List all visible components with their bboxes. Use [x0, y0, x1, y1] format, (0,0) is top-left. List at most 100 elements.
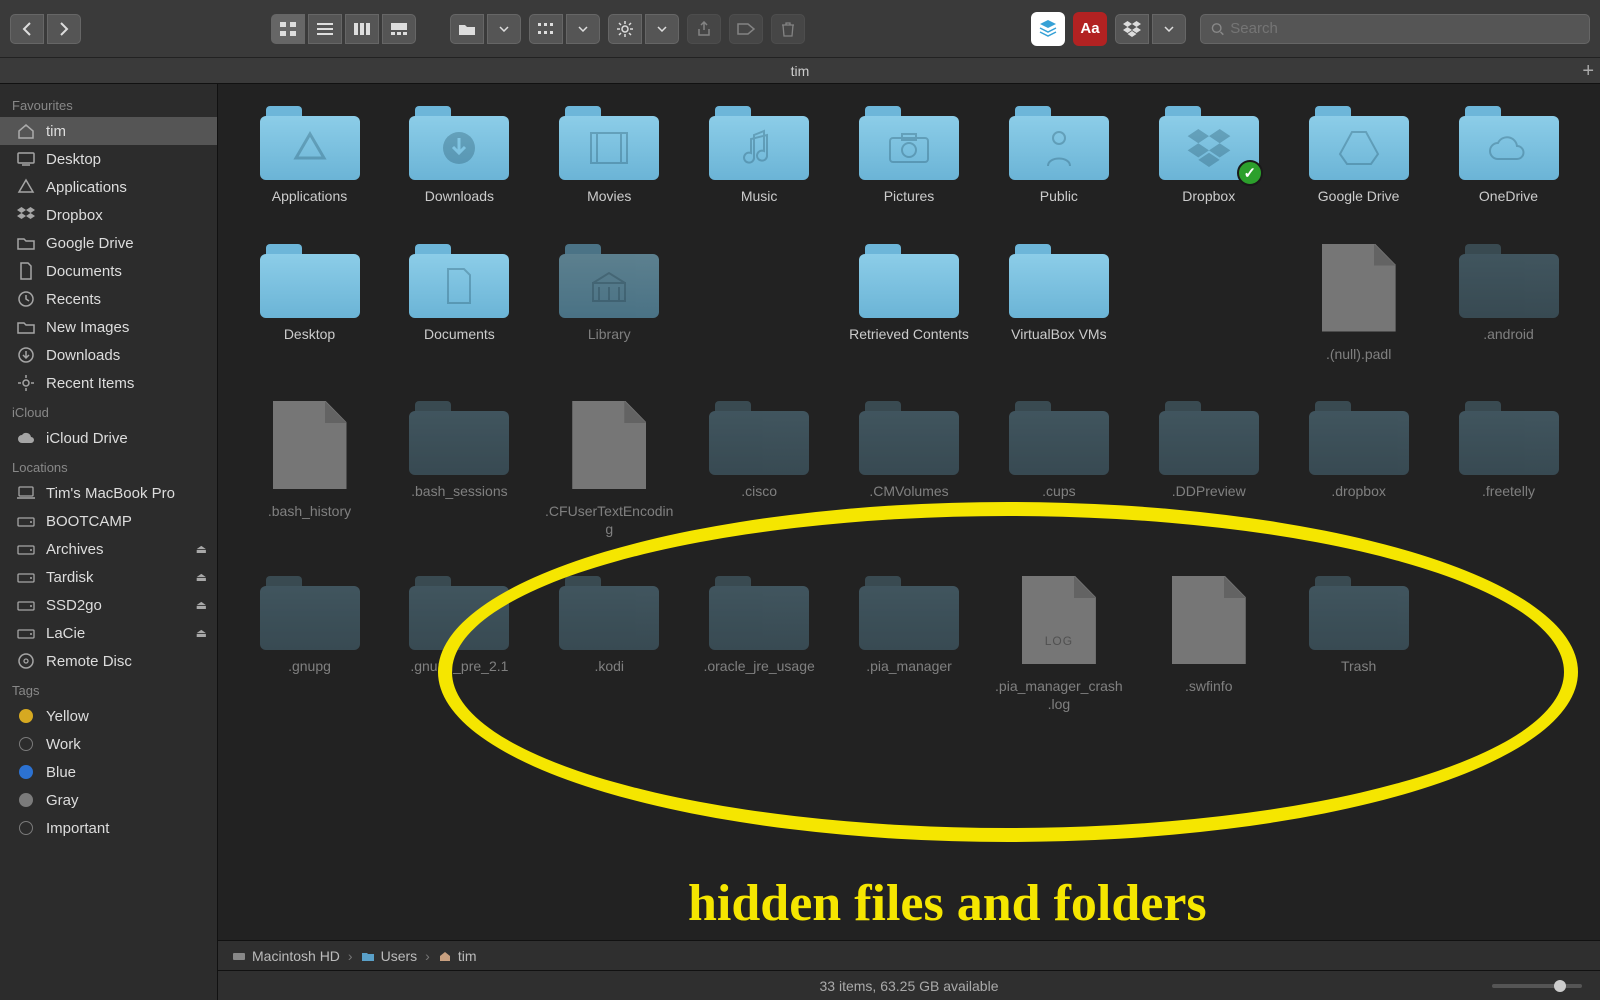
- file-icon: [273, 401, 347, 489]
- sidebar-item-blue[interactable]: Blue: [0, 758, 217, 786]
- sidebar-item-tim-s-macbook-pro[interactable]: Tim's MacBook Pro: [0, 479, 217, 507]
- tags-button[interactable]: [729, 14, 763, 44]
- grid-item[interactable]: Applications: [242, 106, 377, 206]
- icon-view-button[interactable]: [271, 14, 305, 44]
- forward-button[interactable]: [47, 14, 81, 44]
- grid-item[interactable]: Documents: [392, 244, 527, 364]
- sidebar-item-ssd2go[interactable]: SSD2go ⏏: [0, 591, 217, 619]
- desktop-icon: [16, 149, 36, 169]
- grid-item[interactable]: Public: [991, 106, 1126, 206]
- grid-item[interactable]: .DDPreview: [1141, 401, 1276, 538]
- grid-item[interactable]: VirtualBox VMs: [991, 244, 1126, 364]
- eject-icon[interactable]: ⏏: [196, 626, 207, 640]
- sidebar-item-yellow[interactable]: Yellow: [0, 702, 217, 730]
- grid-item[interactable]: Retrieved Contents: [842, 244, 977, 364]
- grid-item[interactable]: OneDrive: [1441, 106, 1576, 206]
- sidebar-item-work[interactable]: Work: [0, 730, 217, 758]
- share-button[interactable]: [687, 14, 721, 44]
- grid-item[interactable]: LOG.pia_manager_crash.log: [991, 576, 1126, 713]
- grid-item[interactable]: .bash_history: [242, 401, 377, 538]
- grid-item[interactable]: Google Drive: [1291, 106, 1426, 206]
- grid-small-icon: [538, 23, 554, 35]
- sidebar-item-recents[interactable]: Recents: [0, 285, 217, 313]
- back-button[interactable]: [10, 14, 44, 44]
- grid-item[interactable]: .cups: [991, 401, 1126, 538]
- path-segment[interactable]: tim: [438, 948, 477, 964]
- grid-item[interactable]: .freetelly: [1441, 401, 1576, 538]
- sidebar-item-google-drive[interactable]: Google Drive: [0, 229, 217, 257]
- app-shortcut-dictionary[interactable]: Aa: [1073, 12, 1107, 46]
- grid-item-label: Movies: [587, 188, 631, 206]
- sidebar-item-new-images[interactable]: New Images: [0, 313, 217, 341]
- sidebar-item-label: Google Drive: [46, 235, 134, 252]
- grid-item[interactable]: Pictures: [842, 106, 977, 206]
- path-segment[interactable]: Users: [361, 948, 418, 964]
- search-field[interactable]: [1200, 14, 1590, 44]
- dropbox-toolbar-menu[interactable]: [1152, 14, 1186, 44]
- action-menu[interactable]: [645, 14, 679, 44]
- sidebar-item-label: SSD2go: [46, 597, 102, 614]
- grid-item[interactable]: .kodi: [542, 576, 677, 713]
- sidebar-item-tardisk[interactable]: Tardisk⏏: [0, 563, 217, 591]
- share-icon: [697, 21, 711, 37]
- dropbox-toolbar-button[interactable]: [1115, 14, 1149, 44]
- sidebar-item-applications[interactable]: Applications: [0, 173, 217, 201]
- grid-item[interactable]: .android: [1441, 244, 1576, 364]
- list-view-button[interactable]: [308, 14, 342, 44]
- sidebar-item-recent-items[interactable]: Recent Items: [0, 369, 217, 397]
- grid-item[interactable]: Music: [692, 106, 827, 206]
- grid-item[interactable]: .(null).padl: [1291, 244, 1426, 364]
- grid-item[interactable]: .pia_manager: [842, 576, 977, 713]
- sidebar-item-remote-disc[interactable]: Remote Disc: [0, 647, 217, 675]
- sidebar-item-downloads[interactable]: Downloads: [0, 341, 217, 369]
- grid-item-label: Dropbox: [1182, 188, 1235, 206]
- grid-item[interactable]: .CMVolumes: [842, 401, 977, 538]
- grid-item-label: OneDrive: [1479, 188, 1538, 206]
- grid-item[interactable]: Trash: [1291, 576, 1426, 713]
- delete-button[interactable]: [771, 14, 805, 44]
- arrange-button[interactable]: [529, 14, 563, 44]
- icon-size-slider[interactable]: [1492, 984, 1582, 988]
- action-button[interactable]: [608, 14, 642, 44]
- sidebar-item-bootcamp[interactable]: BOOTCAMP: [0, 507, 217, 535]
- sidebar-item-documents[interactable]: Documents: [0, 257, 217, 285]
- grid-item[interactable]: .bash_sessions: [392, 401, 527, 538]
- grid-item[interactable]: .swfinfo: [1141, 576, 1276, 713]
- arrange-menu[interactable]: [566, 14, 600, 44]
- sidebar-item-gray[interactable]: Gray: [0, 786, 217, 814]
- sidebar-item-dropbox[interactable]: Dropbox: [0, 201, 217, 229]
- sidebar-item-tim[interactable]: tim: [0, 117, 217, 145]
- sidebar-item-label: Blue: [46, 764, 76, 781]
- grid-item[interactable]: Movies: [542, 106, 677, 206]
- grid-item[interactable]: Library: [542, 244, 677, 364]
- sidebar-item-icloud-drive[interactable]: iCloud Drive: [0, 424, 217, 452]
- sidebar-item-desktop[interactable]: Desktop: [0, 145, 217, 173]
- grid-item[interactable]: .cisco: [692, 401, 827, 538]
- sidebar-item-archives[interactable]: Archives⏏: [0, 535, 217, 563]
- window-title-bar: tim +: [0, 58, 1600, 84]
- grid-item[interactable]: Desktop: [242, 244, 377, 364]
- grid-item[interactable]: ✓Dropbox: [1141, 106, 1276, 206]
- grid-item[interactable]: Downloads: [392, 106, 527, 206]
- layers-icon: [1037, 18, 1059, 40]
- grid-item[interactable]: .gnupg_pre_2.1: [392, 576, 527, 713]
- gallery-view-button[interactable]: [382, 14, 416, 44]
- eject-icon[interactable]: ⏏: [196, 598, 207, 612]
- window-title: tim: [791, 63, 810, 79]
- group-by-menu[interactable]: [487, 14, 521, 44]
- grid-item[interactable]: .CFUserTextEncoding: [542, 401, 677, 538]
- icon-grid-area[interactable]: ApplicationsDownloads Movies MusicPictures…: [218, 84, 1600, 940]
- sidebar-item-important[interactable]: Important: [0, 814, 217, 842]
- column-view-button[interactable]: [345, 14, 379, 44]
- search-input[interactable]: [1230, 20, 1579, 37]
- eject-icon[interactable]: ⏏: [196, 570, 207, 584]
- grid-item[interactable]: .gnupg: [242, 576, 377, 713]
- app-shortcut-1[interactable]: [1031, 12, 1065, 46]
- path-segment[interactable]: Macintosh HD: [232, 948, 340, 964]
- sidebar-item-lacie[interactable]: LaCie⏏: [0, 619, 217, 647]
- grid-item[interactable]: .dropbox: [1291, 401, 1426, 538]
- group-by-button[interactable]: [450, 14, 484, 44]
- grid-item[interactable]: .oracle_jre_usage: [692, 576, 827, 713]
- new-tab-button[interactable]: +: [1582, 60, 1594, 83]
- eject-icon[interactable]: ⏏: [196, 542, 207, 556]
